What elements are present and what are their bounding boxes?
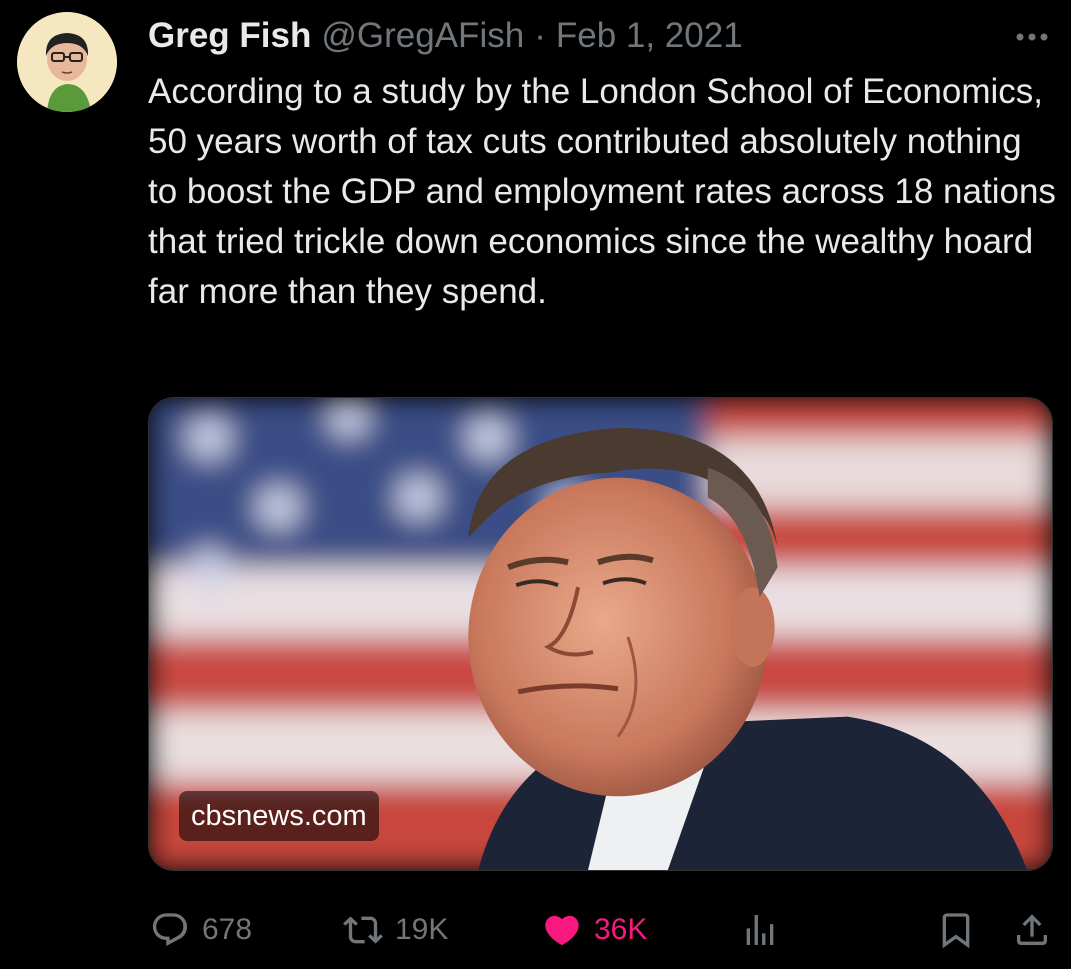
retweet-count: 19K bbox=[395, 913, 449, 946]
views-chart-icon bbox=[746, 915, 774, 945]
retweet-icon bbox=[343, 916, 383, 944]
reply-icon bbox=[152, 913, 188, 946]
user-handle[interactable]: @GregAFish bbox=[321, 14, 524, 58]
tweet-text: According to a study by the London Schoo… bbox=[148, 72, 1056, 311]
tweet-date[interactable]: Feb 1, 2021 bbox=[556, 14, 743, 58]
bookmark-icon bbox=[942, 913, 970, 949]
retweet-button[interactable]: 19K bbox=[343, 900, 448, 960]
link-card-image[interactable]: cbsnews.com bbox=[148, 397, 1053, 871]
reply-button[interactable]: 678 bbox=[150, 900, 252, 960]
reply-count: 678 bbox=[202, 913, 253, 946]
header-separator: · bbox=[534, 16, 546, 55]
avatar[interactable] bbox=[17, 12, 117, 112]
display-name[interactable]: Greg Fish bbox=[148, 14, 311, 58]
more-icon bbox=[1016, 33, 1048, 41]
tweet: Greg Fish @GregAFish · Feb 1, 2021 Accor… bbox=[0, 0, 1071, 969]
tweet-header: Greg Fish @GregAFish · Feb 1, 2021 bbox=[148, 14, 743, 58]
heart-filled-icon bbox=[545, 915, 579, 946]
share-button[interactable] bbox=[1012, 900, 1052, 960]
cartoon-avatar-icon bbox=[17, 12, 117, 112]
like-button[interactable]: 36K bbox=[542, 900, 647, 960]
like-count: 36K bbox=[594, 913, 648, 946]
more-options-button[interactable] bbox=[1010, 22, 1054, 52]
action-bar: 678 19K 36K bbox=[0, 900, 1071, 960]
views-button[interactable] bbox=[740, 900, 780, 960]
bookmark-button[interactable] bbox=[936, 900, 976, 960]
link-domain-label: cbsnews.com bbox=[179, 791, 379, 841]
share-icon bbox=[1017, 914, 1047, 945]
